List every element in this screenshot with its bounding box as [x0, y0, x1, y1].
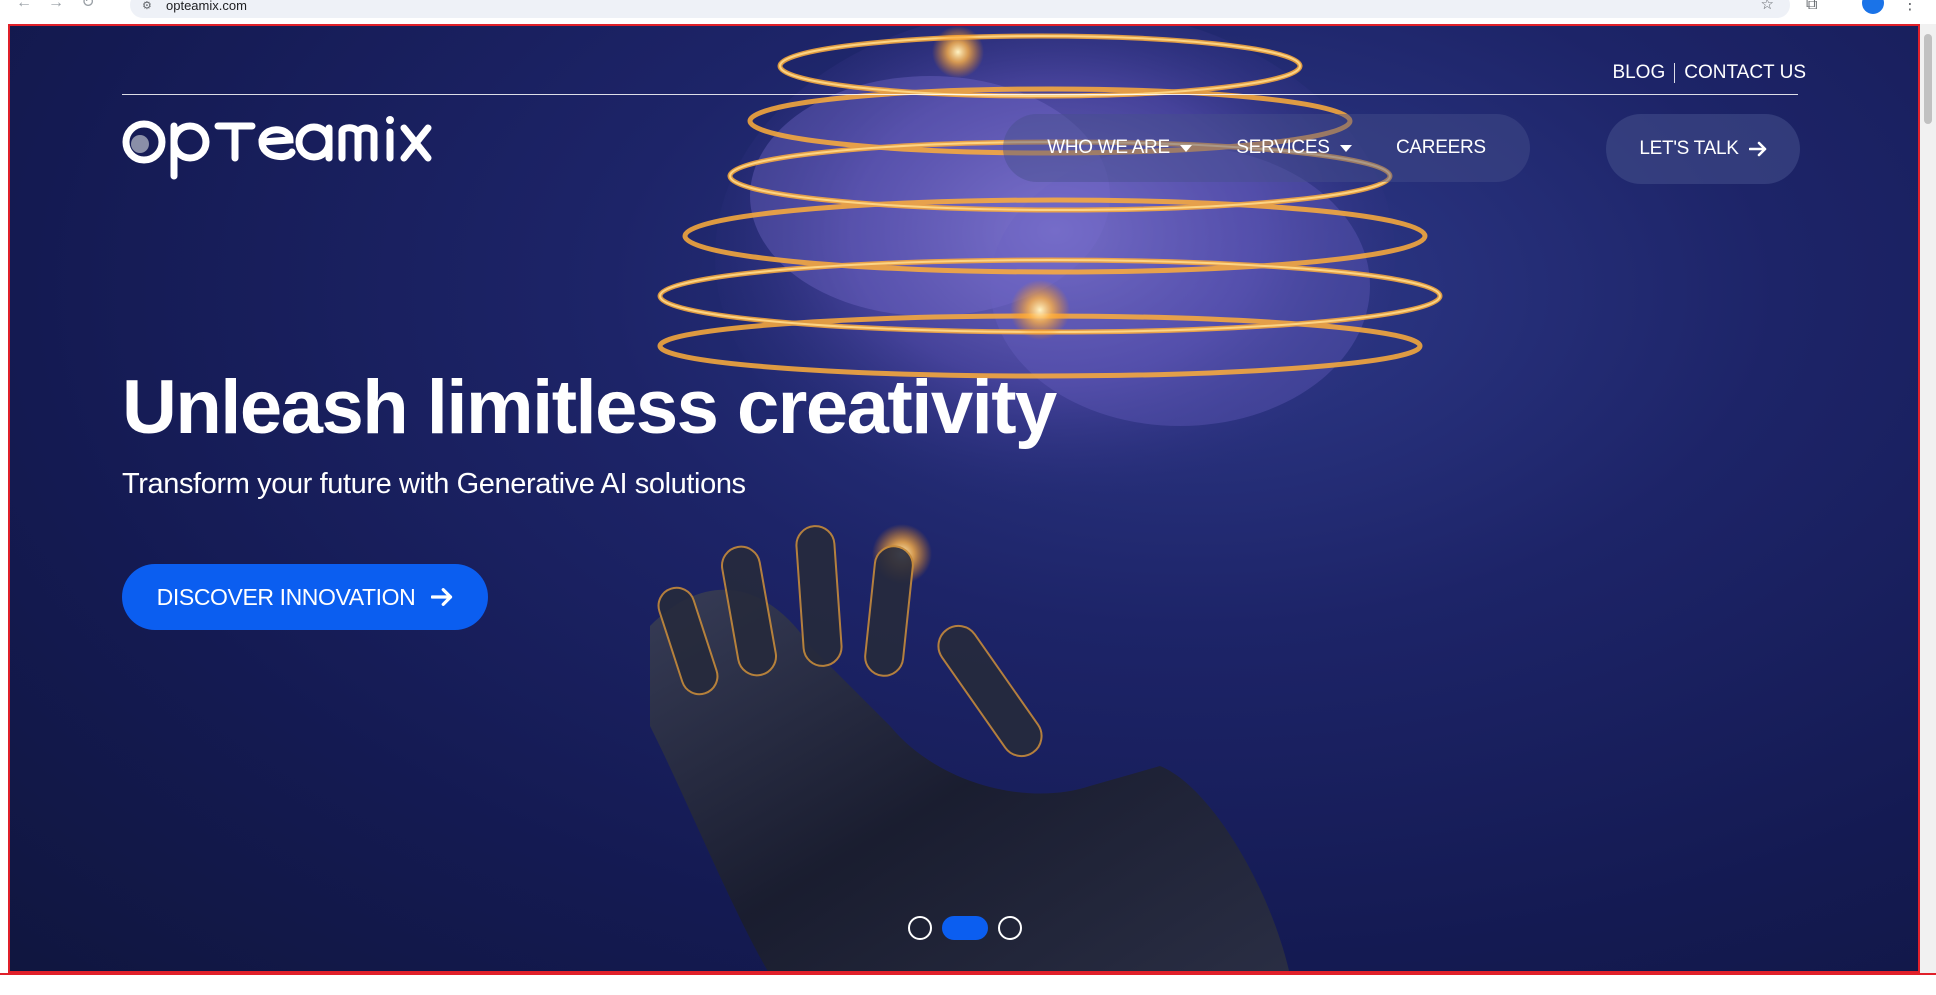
page-scrollbar[interactable] — [1920, 24, 1936, 973]
carousel-dot-2[interactable] — [942, 916, 988, 940]
profile-avatar-icon[interactable] — [1862, 0, 1884, 14]
extensions-icon[interactable]: ⧉ — [1806, 0, 1817, 14]
site-info-icon[interactable]: ⚙ — [142, 0, 152, 12]
back-arrow-icon[interactable]: ← — [12, 0, 36, 12]
url-text: opteamix.com — [166, 0, 247, 13]
main-navigation: WHO WE ARE SERVICES CAREERS — [1003, 114, 1530, 182]
chevron-down-icon — [1339, 144, 1352, 152]
top-utility-links: BLOG CONTACT US — [1612, 62, 1806, 84]
nav-label: SERVICES — [1236, 137, 1330, 158]
nav-services[interactable]: SERVICES — [1236, 137, 1352, 159]
carousel-dot-1[interactable] — [908, 916, 932, 940]
scrollbar-thumb[interactable] — [1924, 34, 1932, 124]
nav-label: WHO WE ARE — [1047, 137, 1170, 158]
forward-arrow-icon[interactable]: → — [44, 0, 68, 12]
arrow-right-icon — [431, 588, 453, 606]
link-separator — [1674, 63, 1676, 83]
discover-innovation-label: DISCOVER INNOVATION — [156, 583, 416, 610]
lets-talk-label: LET'S TALK — [1639, 138, 1739, 159]
address-bar[interactable]: ⚙ opteamix.com ☆ — [130, 0, 1790, 18]
carousel-dot-3[interactable] — [998, 916, 1022, 940]
hero-subheadline: Transform your future with Generative AI… — [122, 468, 746, 500]
opteamix-logo[interactable]: opteamix — [122, 112, 432, 182]
star-icon[interactable]: ☆ — [1761, 0, 1774, 13]
hero-section: BLOG CONTACT US opteamix WHO WE ARE SERV… — [8, 24, 1920, 973]
carousel-pagination — [908, 916, 1022, 940]
nav-label: CAREERS — [1396, 137, 1486, 158]
discover-innovation-button[interactable]: DISCOVER INNOVATION — [122, 564, 488, 630]
contact-us-link[interactable]: CONTACT US — [1684, 62, 1806, 84]
browser-toolbar: ← → ↻ ⚙ opteamix.com ☆ ⧉ ⋮ — [0, 0, 1936, 24]
lets-talk-button[interactable]: LET'S TALK — [1606, 114, 1800, 184]
page-bottom-strip — [0, 973, 1936, 995]
hero-headline: Unleash limitless creativity — [122, 365, 1057, 450]
nav-careers[interactable]: CAREERS — [1396, 137, 1486, 159]
chevron-down-icon — [1179, 144, 1192, 152]
arrow-right-icon — [1748, 141, 1766, 157]
header-divider — [122, 94, 1798, 95]
nav-who-we-are[interactable]: WHO WE ARE — [1047, 137, 1192, 159]
kebab-menu-icon[interactable]: ⋮ — [1902, 0, 1918, 14]
blog-link[interactable]: BLOG — [1612, 62, 1665, 84]
reload-icon[interactable]: ↻ — [76, 0, 100, 12]
